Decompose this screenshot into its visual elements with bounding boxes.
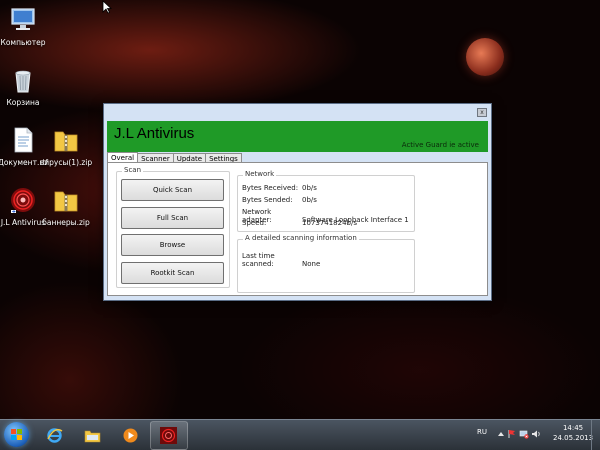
details-row: Last time scanned: None [242, 252, 320, 268]
bytes-sended-value: 0b/s [302, 196, 317, 204]
recycle-bin-icon [15, 70, 31, 93]
close-button[interactable]: x [477, 108, 487, 117]
speed-label: Speed: [242, 219, 267, 227]
language-indicator[interactable]: RU [477, 428, 487, 436]
bytes-received-label: Bytes Received: [242, 184, 299, 192]
network-group-title: Network [243, 170, 277, 178]
antivirus-app-icon [160, 427, 177, 444]
mouse-cursor-icon [102, 0, 112, 14]
explorer-folder-icon [84, 430, 101, 443]
bytes-received-value: 0b/s [302, 184, 317, 192]
clock-date: 24.05.2013 [553, 434, 594, 442]
zip-folder-icon [54, 191, 78, 212]
network-status-icon[interactable] [519, 429, 529, 439]
show-desktop-button[interactable] [591, 420, 600, 450]
antivirus-window: x J.L Antivirus Active Guard ie active O… [103, 103, 492, 301]
document-icon [14, 127, 33, 153]
taskbar-ie-button[interactable] [36, 421, 74, 450]
details-group-title: A detailed scanning information [243, 234, 359, 242]
desktop-wallpaper-planet [466, 38, 504, 76]
taskbar-explorer-button[interactable] [74, 421, 112, 450]
active-guard-status: Active Guard ie active [401, 141, 479, 149]
rootkit-scan-button[interactable]: Rootkit Scan [121, 262, 224, 284]
media-player-icon [123, 428, 138, 443]
start-button[interactable] [4, 422, 29, 447]
antivirus-app-icon [11, 188, 35, 213]
volume-icon[interactable] [531, 429, 541, 439]
tab-strip: Overal Scanner Update Settings [107, 152, 242, 163]
desktop-icon-zip-banners[interactable]: баннеры.zip [35, 186, 97, 227]
system-clock[interactable]: 14:45 24.05.2013 [553, 423, 593, 443]
clock-time: 14:45 [562, 424, 584, 432]
full-scan-button[interactable]: Full Scan [121, 207, 224, 229]
browse-button[interactable]: Browse [121, 234, 224, 256]
windows-logo-icon [11, 429, 22, 440]
details-group: A detailed scanning information Last tim… [237, 234, 415, 293]
scan-group: Scan Quick Scan Full Scan Browse Rootkit… [116, 166, 230, 288]
taskbar-antivirus-button[interactable] [150, 421, 188, 450]
taskbar: RU 14:45 24.05.2013 [0, 419, 600, 450]
desktop-icon-label: вирусы(1).zip [39, 158, 93, 167]
internet-explorer-icon [47, 428, 63, 443]
last-scanned-value: None [302, 260, 321, 268]
network-row: Speed: 1073741824b/s [242, 219, 357, 227]
overal-panel: Scan Quick Scan Full Scan Browse Rootkit… [107, 162, 488, 296]
tray-arrow-icon[interactable] [496, 429, 506, 439]
network-group: Network Bytes Received: 0b/s Bytes Sended… [237, 170, 415, 232]
desktop-icon-recycle-bin[interactable]: Корзина [0, 66, 54, 107]
zip-folder-icon [54, 131, 78, 152]
bytes-sended-label: Bytes Sended: [242, 196, 293, 204]
desktop-icon-label: Корзина [6, 98, 40, 107]
desktop-icon-label: Компьютер [0, 38, 46, 47]
app-title: J.L Antivirus [114, 125, 195, 142]
quick-scan-button[interactable]: Quick Scan [121, 179, 224, 201]
speed-value: 1073741824b/s [302, 219, 357, 227]
taskbar-media-button[interactable] [112, 421, 150, 450]
action-center-flag-icon[interactable] [507, 429, 517, 439]
network-row: Bytes Received: 0b/s [242, 184, 317, 192]
desktop-icon-computer[interactable]: Компьютер [0, 6, 54, 47]
scan-group-title: Scan [122, 166, 144, 174]
app-header: J.L Antivirus Active Guard ie active [107, 121, 488, 152]
computer-icon [11, 8, 35, 30]
desktop-icon-zip-viruses[interactable]: вирусы(1).zip [35, 126, 97, 167]
last-scanned-label: Last time scanned: [242, 252, 275, 268]
network-row: Bytes Sended: 0b/s [242, 196, 317, 204]
desktop-icon-label: баннеры.zip [42, 218, 90, 227]
